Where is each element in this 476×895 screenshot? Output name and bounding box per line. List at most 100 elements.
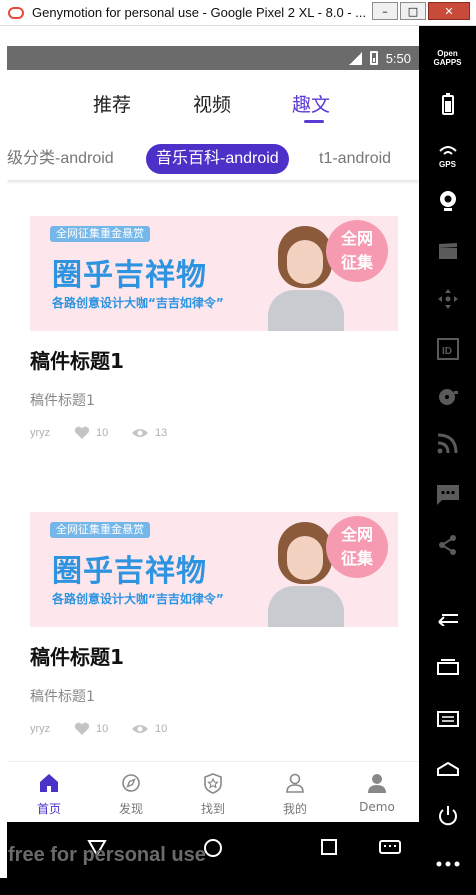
active-tab-indicator	[304, 120, 324, 123]
article-title[interactable]: 稿件标题1	[30, 345, 124, 374]
heart-icon	[74, 722, 90, 735]
nav-home-label: 首页	[36, 802, 61, 816]
nav-mine[interactable]: 我的	[255, 762, 335, 823]
webcam-button[interactable]	[419, 188, 476, 214]
view-count-value: 13	[155, 427, 168, 439]
close-button[interactable]: ✕	[428, 2, 470, 20]
gps-label: GPS	[439, 160, 456, 169]
like-count[interactable]: 10	[74, 426, 131, 440]
article-banner-image[interactable]: 全网征集重金悬赏 圈乎吉祥物 各路创意设计大咖“吉吉如律令” 全网 征集	[30, 512, 398, 627]
user-outline-icon	[286, 773, 304, 793]
window-titlebar: Genymotion for personal use - Google Pix…	[0, 0, 476, 26]
like-count[interactable]: 10	[74, 722, 131, 736]
broadcast-icon	[437, 433, 457, 454]
signal-icon	[348, 51, 362, 65]
home-circle-icon[interactable]	[203, 838, 223, 858]
nav-mine-label: 我的	[282, 802, 307, 816]
top-tabs: 推荐 视频 趣文	[7, 70, 419, 126]
genymotion-toolbar: Open GAPPS GPS ID	[419, 26, 476, 895]
heart-icon	[74, 426, 90, 439]
like-count-value: 10	[96, 723, 109, 735]
battery-icon	[369, 51, 378, 65]
menu-icon	[436, 711, 459, 727]
move-cross-icon	[437, 289, 458, 309]
compass-icon	[122, 774, 140, 792]
power-icon	[438, 806, 457, 826]
recents-icon	[436, 659, 459, 675]
share-button[interactable]	[419, 532, 476, 558]
banner-subtext: 各路创意设计大咖“吉吉如律令”	[52, 592, 224, 606]
keyboard-icon[interactable]	[379, 840, 401, 854]
nav-demo-label: Demo	[359, 800, 395, 814]
clapperboard-icon	[438, 243, 457, 259]
banner-headline: 圈乎吉祥物	[52, 554, 207, 589]
recents-square-icon[interactable]	[320, 838, 338, 856]
back-arrow-icon	[437, 614, 458, 626]
nav-find[interactable]: 找到	[173, 762, 253, 823]
banner-headline: 圈乎吉祥物	[52, 258, 207, 293]
disk-io-button[interactable]	[419, 384, 476, 410]
battery-button[interactable]	[419, 90, 476, 118]
nav-find-label: 找到	[200, 802, 225, 816]
svg-text:ID: ID	[442, 346, 452, 357]
network-button[interactable]	[419, 430, 476, 456]
category-chip[interactable]: t1-android	[319, 144, 391, 174]
article-subtitle: 稿件标题1	[30, 689, 95, 705]
open-gapps-button[interactable]: Open GAPPS	[419, 44, 476, 72]
open-gapps-label: Open GAPPS	[433, 49, 462, 67]
view-count: 13	[131, 427, 167, 439]
article-banner-image[interactable]: 全网征集重金悬赏 圈乎吉祥物 各路创意设计大咖“吉吉如律令” 全网 征集	[30, 216, 398, 331]
power-button[interactable]	[419, 803, 476, 829]
minimize-button[interactable]: –	[372, 2, 398, 20]
article-meta: yryz 10 10	[30, 722, 167, 736]
id-card-icon: ID	[436, 338, 459, 360]
banner-tag: 全网征集重金悬赏	[50, 522, 150, 538]
dpad-button[interactable]	[419, 286, 476, 312]
device-screen: 5:50 推荐 视频 趣文 级分类-android 音乐百科-android t…	[7, 46, 419, 878]
gps-button[interactable]: GPS	[419, 138, 476, 172]
sms-button[interactable]	[419, 482, 476, 508]
window-title: Genymotion for personal use - Google Pix…	[32, 5, 367, 20]
category-chips: 级分类-android 音乐百科-android t1-android	[7, 134, 419, 180]
eye-icon	[132, 429, 148, 437]
user-filled-icon	[368, 774, 386, 793]
back-button[interactable]	[419, 606, 476, 632]
recent-apps-button[interactable]	[419, 654, 476, 680]
status-time: 5:50	[385, 50, 411, 66]
tab-articles[interactable]: 趣文	[292, 90, 330, 117]
tab-recommend[interactable]: 推荐	[93, 90, 131, 117]
device-bottom-frame	[0, 878, 419, 895]
webcam-icon	[439, 191, 456, 211]
view-count-value: 10	[155, 723, 168, 735]
like-count-value: 10	[96, 427, 109, 439]
share-icon	[438, 535, 456, 555]
article-feed[interactable]: 全网征集重金悬赏 圈乎吉祥物 各路创意设计大咖“吉吉如律令” 全网 征集 稿件标题…	[7, 182, 419, 802]
nav-demo[interactable]: Demo	[337, 762, 417, 823]
message-dots-icon	[436, 485, 459, 505]
badge-star-icon	[204, 773, 222, 794]
device-id-button[interactable]: ID	[419, 336, 476, 362]
nav-home[interactable]: 首页	[9, 762, 89, 823]
nav-discover-label: 发现	[118, 802, 143, 816]
banner-bubble: 全网 征集	[326, 516, 388, 578]
author-name: yryz	[30, 427, 51, 439]
disk-icon	[438, 389, 458, 405]
more-options-button[interactable]	[419, 854, 476, 874]
nav-discover[interactable]: 发现	[91, 762, 171, 823]
category-chip[interactable]: 级分类-android	[7, 144, 114, 174]
maximize-button[interactable]: □	[400, 2, 426, 20]
tab-video[interactable]: 视频	[193, 90, 231, 117]
eye-icon	[132, 725, 148, 733]
view-count: 10	[131, 723, 167, 735]
banner-bubble: 全网 征集	[326, 220, 388, 282]
article-title[interactable]: 稿件标题1	[30, 641, 124, 670]
author-name: yryz	[30, 723, 51, 735]
battery-icon	[441, 93, 454, 115]
category-chip-active[interactable]: 音乐百科-android	[146, 144, 289, 174]
window-controls: – □ ✕	[372, 2, 470, 20]
home-button[interactable]	[419, 756, 476, 782]
screencast-button[interactable]	[419, 238, 476, 264]
menu-button[interactable]	[419, 706, 476, 732]
home-house-icon	[436, 761, 459, 776]
home-icon	[40, 774, 58, 792]
